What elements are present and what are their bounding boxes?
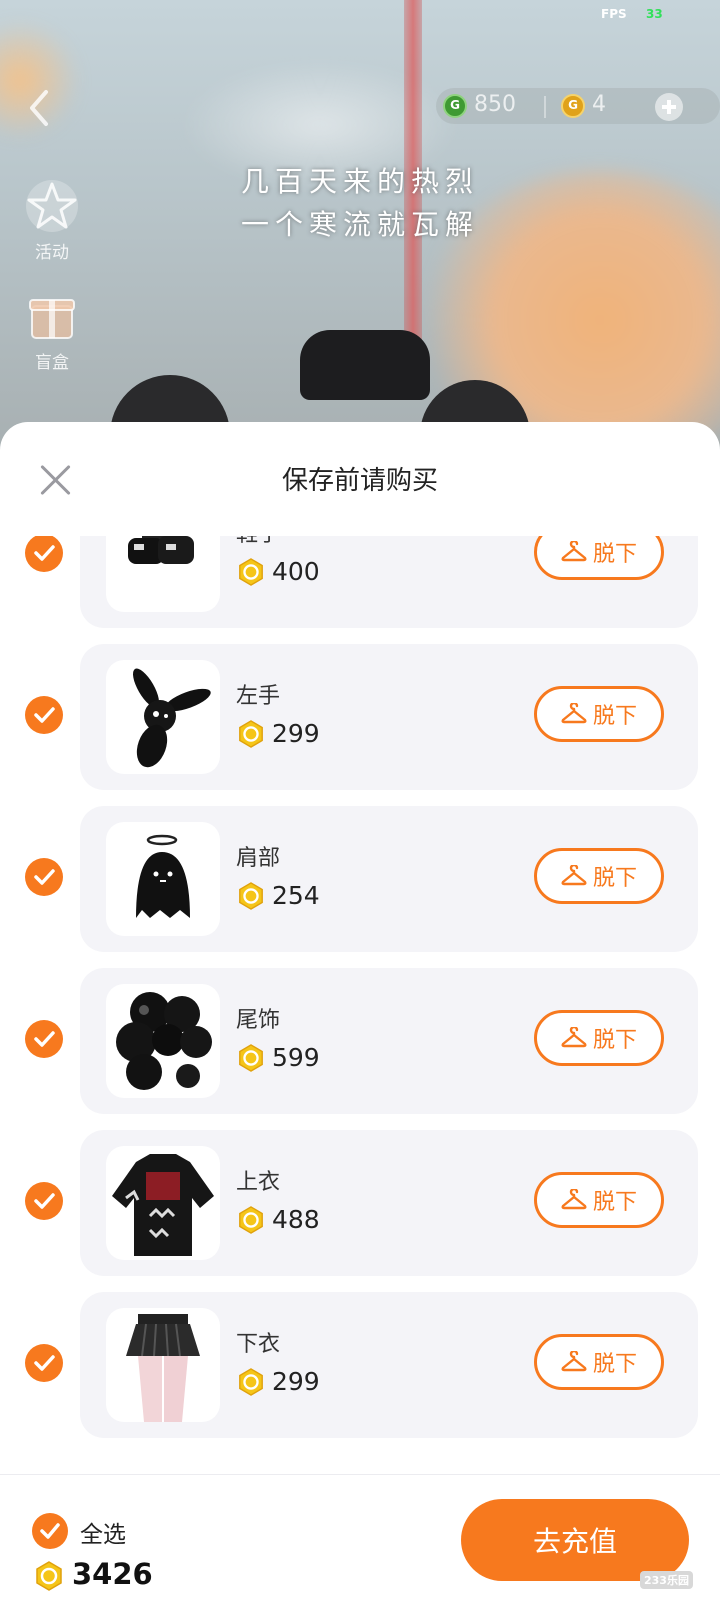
- item-card: 下衣 299 脱下: [80, 1292, 698, 1438]
- item-checkbox[interactable]: [25, 858, 63, 896]
- item-thumbnail: [106, 984, 220, 1098]
- gift-box-icon: [22, 286, 82, 346]
- hanger-icon: [561, 1189, 587, 1210]
- take-off-label: 脱下: [592, 1352, 637, 1377]
- item-price: 299: [272, 719, 320, 748]
- item-thumbnail: [106, 660, 220, 774]
- item-price: 400: [272, 557, 320, 586]
- item-card: 上衣 488 脱下: [80, 1130, 698, 1276]
- fps-value: 33: [646, 7, 663, 21]
- gold-coin-icon: [239, 1206, 263, 1234]
- hanger-icon: [561, 1027, 587, 1048]
- item-name: 下衣: [236, 1332, 281, 1357]
- select-all-checkbox[interactable]: [32, 1513, 68, 1549]
- item-checkbox[interactable]: [25, 536, 63, 572]
- item-row: 左手 299 脱下: [0, 644, 720, 806]
- item-checkbox[interactable]: [25, 1020, 63, 1058]
- take-off-label: 脱下: [592, 1028, 637, 1053]
- watermark-text: 233号: 419445616: [542, 1587, 654, 1601]
- item-checkbox[interactable]: [25, 1182, 63, 1220]
- take-off-button[interactable]: 脱下: [534, 536, 664, 580]
- item-row: 下衣 299 脱下: [0, 1292, 720, 1454]
- item-name: 肩部: [236, 846, 281, 871]
- recharge-button[interactable]: 去充值: [461, 1499, 689, 1581]
- item-card: 尾饰 599 脱下: [80, 968, 698, 1114]
- take-off-button[interactable]: 脱下: [534, 686, 664, 742]
- lyric-line: 几百天来的热烈: [240, 165, 479, 198]
- take-off-button[interactable]: 脱下: [534, 1010, 664, 1066]
- gold-coin-balance: 4: [592, 92, 606, 117]
- checkmark-icon: [34, 1193, 55, 1209]
- side-menu-label: 盲盒: [35, 353, 69, 373]
- side-menu-blind-box[interactable]: 盲盒: [20, 286, 84, 373]
- item-row: 肩部 254 脱下: [0, 806, 720, 968]
- side-menu-label: 活动: [35, 243, 69, 263]
- take-off-button[interactable]: 脱下: [534, 1172, 664, 1228]
- take-off-label: 脱下: [592, 1190, 637, 1215]
- green-coin-icon: G: [443, 94, 467, 118]
- item-card: 左手 299 脱下: [80, 644, 698, 790]
- hanger-icon: [561, 541, 587, 562]
- hanger-icon: [561, 703, 587, 724]
- bottom-bar: 全选 3426 去充值 233乐园 233号: 419445616: [0, 1474, 720, 1612]
- take-off-button[interactable]: 脱下: [534, 848, 664, 904]
- currency-divider: [544, 96, 546, 118]
- item-row: 鞋子 400 脱下: [0, 536, 720, 644]
- item-card: 肩部 254 脱下: [80, 806, 698, 952]
- chevron-left-icon: [30, 90, 48, 126]
- gold-coin-icon: [36, 1561, 62, 1591]
- star-icon: [22, 176, 82, 236]
- checkmark-icon: [34, 1355, 55, 1371]
- take-off-label: 脱下: [592, 704, 637, 729]
- character-hat: [300, 330, 430, 400]
- item-price: 299: [272, 1367, 320, 1396]
- total-price: 3426: [72, 1557, 153, 1591]
- hanger-icon: [561, 1351, 587, 1372]
- item-checkbox[interactable]: [25, 696, 63, 734]
- back-button[interactable]: [20, 86, 60, 130]
- fps-label: FPS: [601, 7, 627, 21]
- gold-coin-icon: [239, 882, 263, 910]
- gold-coin-icon: [239, 720, 263, 748]
- checkmark-icon: [34, 707, 55, 723]
- item-row: 尾饰 599 脱下: [0, 968, 720, 1130]
- item-card: 鞋子 400 脱下: [80, 536, 698, 628]
- item-thumbnail: [106, 822, 220, 936]
- hanger-icon: [561, 865, 587, 886]
- purchase-sheet: 保存前请购买 鞋子400脱下左手299脱下肩部254脱下尾饰599脱下上衣488…: [0, 422, 720, 1612]
- take-off-button[interactable]: 脱下: [534, 1334, 664, 1390]
- gold-coin-icon: [239, 1044, 263, 1072]
- item-price: 599: [272, 1043, 320, 1072]
- checkmark-icon: [40, 1523, 60, 1539]
- item-thumbnail: [106, 536, 220, 612]
- gold-coin-icon: [239, 558, 263, 586]
- take-off-label: 脱下: [592, 866, 637, 891]
- checkmark-icon: [34, 545, 55, 561]
- item-price: 488: [272, 1205, 320, 1234]
- take-off-label: 脱下: [592, 542, 637, 567]
- add-currency-button[interactable]: [655, 93, 683, 121]
- item-row: 上衣 488 脱下: [0, 1130, 720, 1292]
- green-coin-balance: 850: [474, 92, 516, 117]
- item-name: 上衣: [236, 1170, 281, 1195]
- item-name: 尾饰: [236, 1008, 281, 1033]
- select-all-label: 全选: [80, 1522, 126, 1548]
- gold-coin-icon: G: [561, 94, 585, 118]
- gold-coin-icon: [239, 1368, 263, 1396]
- item-list[interactable]: 鞋子400脱下左手299脱下肩部254脱下尾饰599脱下上衣488脱下下衣299…: [0, 536, 720, 1464]
- item-thumbnail: [106, 1308, 220, 1422]
- lyric-line: 一个寒流就瓦解: [240, 208, 479, 241]
- item-name: 鞋子: [236, 536, 280, 548]
- checkmark-icon: [34, 1031, 55, 1047]
- item-price: 254: [272, 881, 320, 910]
- item-name: 左手: [236, 684, 281, 709]
- checkmark-icon: [34, 869, 55, 885]
- item-thumbnail: [106, 1146, 220, 1260]
- sheet-title: 保存前请购买: [281, 466, 438, 496]
- item-checkbox[interactable]: [25, 1344, 63, 1382]
- side-menu-activity[interactable]: 活动: [20, 176, 84, 263]
